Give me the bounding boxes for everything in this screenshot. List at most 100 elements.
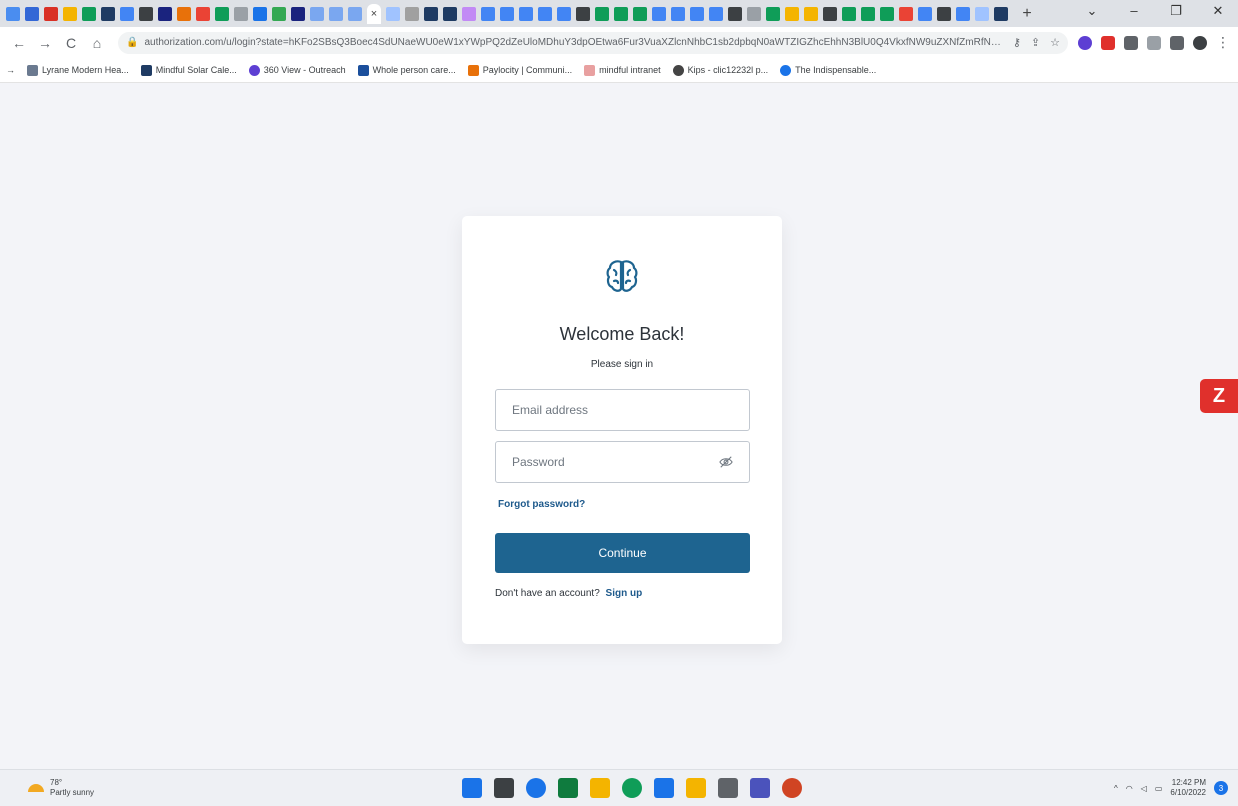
tab-favicon[interactable]: [918, 6, 932, 21]
tab-favicon[interactable]: [215, 6, 229, 21]
minimize-button[interactable]: –: [1126, 3, 1142, 19]
volume-icon[interactable]: ◁: [1141, 784, 1147, 793]
address-bar[interactable]: 🔒 authorization.com/u/login?state=hKFo2S…: [118, 31, 1068, 54]
signup-link[interactable]: Sign up: [606, 588, 643, 599]
tab-favicon[interactable]: [82, 6, 96, 21]
extension-icon[interactable]: [1078, 35, 1092, 50]
clock[interactable]: 12:42 PM 6/10/2022: [1170, 778, 1206, 798]
tab-favicon[interactable]: [728, 6, 742, 21]
tab-favicon[interactable]: [500, 6, 514, 21]
file-explorer-icon[interactable]: [590, 778, 610, 798]
tab-favicon[interactable]: [443, 6, 457, 21]
continue-button[interactable]: Continue: [495, 533, 750, 573]
chevron-up-icon[interactable]: ^: [1114, 784, 1118, 793]
tab-favicon[interactable]: [386, 6, 400, 21]
tab-favicon[interactable]: [139, 6, 153, 21]
tab-favicon[interactable]: [690, 6, 704, 21]
tab-favicon[interactable]: [6, 6, 20, 21]
password-input[interactable]: [512, 455, 713, 469]
home-button[interactable]: ⌂: [86, 32, 108, 54]
tab-favicon[interactable]: [272, 6, 286, 21]
tab-favicon[interactable]: [975, 6, 989, 21]
bookmark-item[interactable]: The Indispensable...: [780, 64, 876, 76]
lock-icon[interactable]: 🔒: [126, 37, 138, 48]
key-icon[interactable]: ⚷: [1013, 36, 1021, 49]
tab-favicon[interactable]: [614, 6, 628, 21]
tab-favicon[interactable]: [785, 6, 799, 21]
close-window-button[interactable]: ✕: [1210, 3, 1226, 19]
tab-favicon[interactable]: [405, 6, 419, 21]
password-field[interactable]: [495, 441, 750, 483]
tab-favicon[interactable]: [481, 6, 495, 21]
tab-favicon[interactable]: [937, 6, 951, 21]
battery-icon[interactable]: ▭: [1155, 784, 1163, 793]
bookmark-item[interactable]: Whole person care...: [357, 64, 456, 76]
bookmark-item[interactable]: Kips - clic12232l p...: [672, 64, 768, 76]
star-icon[interactable]: ☆: [1050, 36, 1060, 49]
tab-favicon[interactable]: [842, 6, 856, 21]
tab-favicon[interactable]: [861, 6, 875, 21]
tab-favicon[interactable]: [462, 6, 476, 21]
tab-favicon[interactable]: [576, 6, 590, 21]
bookmark-item[interactable]: Paylocity | Communi...: [467, 64, 572, 76]
tab-favicon[interactable]: [25, 6, 39, 21]
tab-favicon[interactable]: [747, 6, 761, 21]
eye-icon[interactable]: [719, 455, 733, 469]
tab-favicon[interactable]: [557, 6, 571, 21]
outlook-icon[interactable]: [654, 778, 674, 798]
tab-close-icon[interactable]: ×: [371, 8, 377, 20]
bookmark-item[interactable]: mindful intranet: [584, 64, 661, 76]
tab-favicon[interactable]: [196, 6, 210, 21]
maximize-button[interactable]: ❐: [1168, 3, 1184, 19]
notification-badge[interactable]: 3: [1214, 781, 1228, 795]
reading-list-icon[interactable]: [1147, 35, 1161, 50]
windows-start-icon[interactable]: [462, 778, 482, 798]
search-icon[interactable]: [526, 778, 546, 798]
tab-favicon[interactable]: [329, 6, 343, 21]
tab-favicon[interactable]: [177, 6, 191, 21]
tab-favicon[interactable]: [633, 6, 647, 21]
tab-favicon[interactable]: [652, 6, 666, 21]
url-text[interactable]: authorization.com/u/login?state=hKFo2SBs…: [144, 37, 1006, 48]
powerpoint-icon[interactable]: [782, 778, 802, 798]
forward-button[interactable]: →: [34, 32, 56, 54]
teams-icon[interactable]: [750, 778, 770, 798]
tab-favicon[interactable]: [595, 6, 609, 21]
weather-widget[interactable]: 78° Partly sunny: [28, 778, 94, 798]
forgot-password-link[interactable]: Forgot password?: [498, 499, 585, 510]
tab-favicon[interactable]: [63, 6, 77, 21]
share-icon[interactable]: ⇪: [1031, 36, 1040, 49]
tab-favicon[interactable]: [709, 6, 723, 21]
tab-favicon[interactable]: [823, 6, 837, 21]
tab-favicon[interactable]: [158, 6, 172, 21]
bookmark-item[interactable]: Lyrane Modern Hea...: [27, 64, 129, 76]
more-menu-icon[interactable]: ⋮: [1216, 34, 1230, 51]
tab-favicon[interactable]: [424, 6, 438, 21]
active-tab[interactable]: ×: [367, 3, 381, 24]
tab-favicon[interactable]: [44, 6, 58, 21]
bookmark-item[interactable]: 360 View - Outreach: [248, 64, 346, 76]
tab-favicon[interactable]: [348, 6, 362, 21]
excel-icon[interactable]: [558, 778, 578, 798]
app-icon[interactable]: [718, 778, 738, 798]
tab-favicon[interactable]: [310, 6, 324, 21]
tab-favicon[interactable]: [291, 6, 305, 21]
back-button[interactable]: ←: [8, 32, 30, 54]
chevron-down-icon[interactable]: ⌄: [1084, 3, 1100, 19]
tab-favicon[interactable]: [880, 6, 894, 21]
tab-favicon[interactable]: [253, 6, 267, 21]
wifi-icon[interactable]: ◠: [1126, 784, 1133, 793]
new-tab-button[interactable]: +: [1019, 5, 1035, 23]
bookmark-apps-icon[interactable]: →: [6, 65, 15, 75]
zotero-widget-button[interactable]: Z: [1200, 379, 1238, 413]
tab-favicon[interactable]: [538, 6, 552, 21]
side-panel-icon[interactable]: [1170, 35, 1184, 50]
tab-favicon[interactable]: [956, 6, 970, 21]
tab-favicon[interactable]: [994, 6, 1008, 21]
tab-favicon[interactable]: [899, 6, 913, 21]
tab-favicon[interactable]: [766, 6, 780, 21]
avatar[interactable]: [1193, 35, 1207, 50]
puzzle-icon[interactable]: [1124, 35, 1138, 50]
tab-favicon[interactable]: [519, 6, 533, 21]
tab-favicon[interactable]: [671, 6, 685, 21]
